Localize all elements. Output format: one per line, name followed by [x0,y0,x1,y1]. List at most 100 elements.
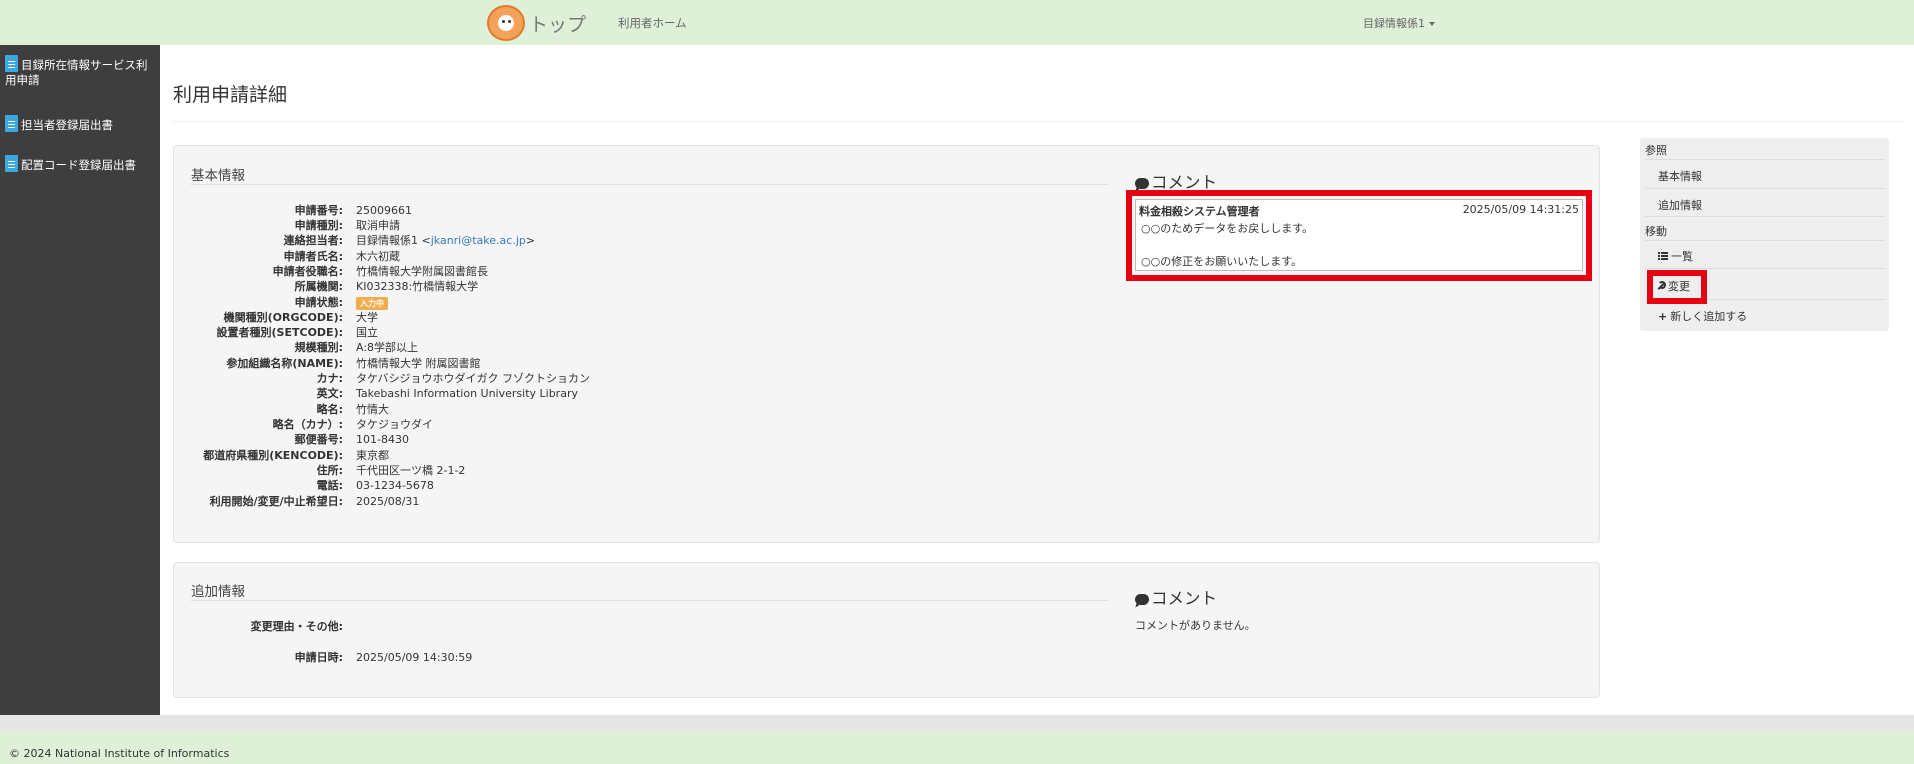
field-label: カナ: [316,372,343,385]
field-value: 竹橋情報大学附属図書館長 [356,265,488,278]
comment-icon [1135,178,1149,189]
field-label: 参加組織名称(NAME): [226,357,343,370]
field-value: 101-8430 [356,433,409,446]
basic-info-divider [191,184,1108,185]
field-value: 入力中 [356,295,388,310]
field-value: 取消申請 [356,219,400,232]
field-label: 変更理由・その他: [250,620,343,633]
contact-suffix: > [525,234,536,247]
contact-email-link[interactable]: jkanri@take.ac.jp [431,234,526,247]
plus-icon: + [1658,310,1668,323]
cat-logo-icon [487,5,525,41]
field-value: 大学 [356,311,378,324]
comment-heading: コメント [1135,585,1217,609]
user-home-link[interactable]: 利用者ホーム [618,15,687,31]
field-label: 郵便番号: [294,433,343,446]
field-label: 都道府県種別(KENCODE): [203,449,343,462]
sidebar-item-location-code-registration[interactable]: 配置コード登録届出書 [5,155,155,173]
divider [1645,268,1885,269]
field-label: 略名（カナ）: [272,418,343,431]
field-value: 竹橋情報大学 附属図書館 [356,357,481,370]
field-value: タケジョウダイ [356,418,433,431]
document-icon [5,155,18,172]
field-label: 規模種別: [294,341,343,354]
field-value: 25009661 [356,204,412,217]
additional-info-divider [191,600,1108,601]
field-label: 申請種別: [294,219,343,232]
list-label: 一覧 [1671,250,1693,263]
list-link[interactable]: 一覧 [1658,248,1693,264]
page-title: 利用申請詳細 [173,84,288,106]
additional-info-heading: 追加情報 [191,584,245,600]
field-value: 千代田区一ツ橋 2-1-2 [356,464,466,477]
add-label: 新しく追加する [1670,310,1748,323]
field-label: 申請日時: [294,651,343,664]
sidebar-item-label: 担当者登録届出書 [21,118,113,132]
field-label: 申請者役職名: [272,265,343,278]
comment-icon [1135,594,1149,605]
document-icon [5,115,18,132]
field-label: 利用開始/変更/中止希望日: [209,495,343,508]
comment-heading-label: コメント [1151,589,1217,608]
comment-line: ○○のためデータをお戻しします。 [1141,222,1314,235]
field-label: 住所: [316,464,343,477]
copyright-text: © 2024 National Institute of Informatics [9,747,230,760]
move-heading: 移動 [1645,225,1667,238]
field-label: 英文: [316,387,343,400]
sidebar-item-label: 配置コード登録届出書 [21,158,136,172]
field-label: 申請状態: [294,296,343,309]
add-new-link[interactable]: + 新しく追加する [1658,308,1747,324]
page-footer: © 2024 National Institute of Informatics [0,731,1914,764]
field-label: 申請者氏名: [283,250,343,263]
divider [1645,159,1885,160]
additional-info-panel [173,562,1600,698]
list-icon [1658,252,1668,260]
sidebar-item-label: 目録所在情報サービス利用申請 [5,58,148,87]
basic-info-heading: 基本情報 [191,168,245,184]
comment-timestamp: 2025/05/09 14:31:25 [1462,203,1579,216]
field-value: 目録情報係1 <jkanri@take.ac.jp> [356,233,535,248]
field-label: 所属機関: [294,280,343,293]
divider [1645,240,1885,241]
field-value: 国立 [356,326,378,339]
left-sidebar: 目録所在情報サービス利用申請 担当者登録届出書 配置コード登録届出書 [0,45,160,715]
brand-link[interactable]: トップ [487,5,586,41]
contact-name: 目録情報係1 < [356,234,431,247]
sidebar-item-staff-registration[interactable]: 担当者登録届出書 [5,115,155,133]
field-label: 略名: [316,403,343,416]
status-badge: 入力中 [356,297,388,310]
divider [1645,216,1885,217]
divider [1645,188,1885,189]
user-menu-label: 目録情報係1 [1363,17,1425,30]
field-value: A:8学部以上 [356,341,419,354]
field-value: 2025/05/09 14:30:59 [356,651,473,664]
caret-down-icon [1429,22,1435,26]
comment-line: ○○の修正をお願いいたします。 [1141,255,1303,268]
field-value: タケバシジョウホウダイガク フゾクトショカン [356,372,591,385]
field-value: Takebashi Information University Library [356,387,578,400]
field-value: KI032338:竹橋情報大学 [356,280,479,293]
field-label: 設置者種別(SETCODE): [216,326,343,339]
brand-label: トップ [529,13,587,36]
field-value: 03-1234-5678 [356,479,434,492]
user-menu-dropdown[interactable]: 目録情報係1 [1363,15,1435,31]
document-icon [5,55,18,72]
nav-basic-info-link[interactable]: 基本情報 [1658,168,1702,184]
field-value: 東京都 [356,449,389,462]
field-value: 2025/08/31 [356,495,420,508]
field-label: 連絡担当者: [283,234,343,247]
reference-heading: 参照 [1645,144,1667,157]
field-value: 竹情大 [356,403,389,416]
title-divider [173,121,1905,122]
field-value: 木六初蔵 [356,250,400,263]
field-label: 申請番号: [294,204,343,217]
comment-card: 料金相殺システム管理者 2025/05/09 14:31:25 ○○のためデータ… [1135,199,1583,271]
nav-additional-info-link[interactable]: 追加情報 [1658,197,1702,213]
sidebar-item-catalog-application[interactable]: 目録所在情報サービス利用申請 [5,55,155,88]
field-label: 機関種別(ORGCODE): [223,311,343,324]
highlight-frame [1647,270,1707,304]
comment-author: 料金相殺システム管理者 [1139,205,1260,218]
no-comment-text: コメントがありません。 [1135,619,1256,632]
footer-strip [0,715,1914,731]
top-navbar: トップ 利用者ホーム 目録情報係1 [0,0,1914,45]
